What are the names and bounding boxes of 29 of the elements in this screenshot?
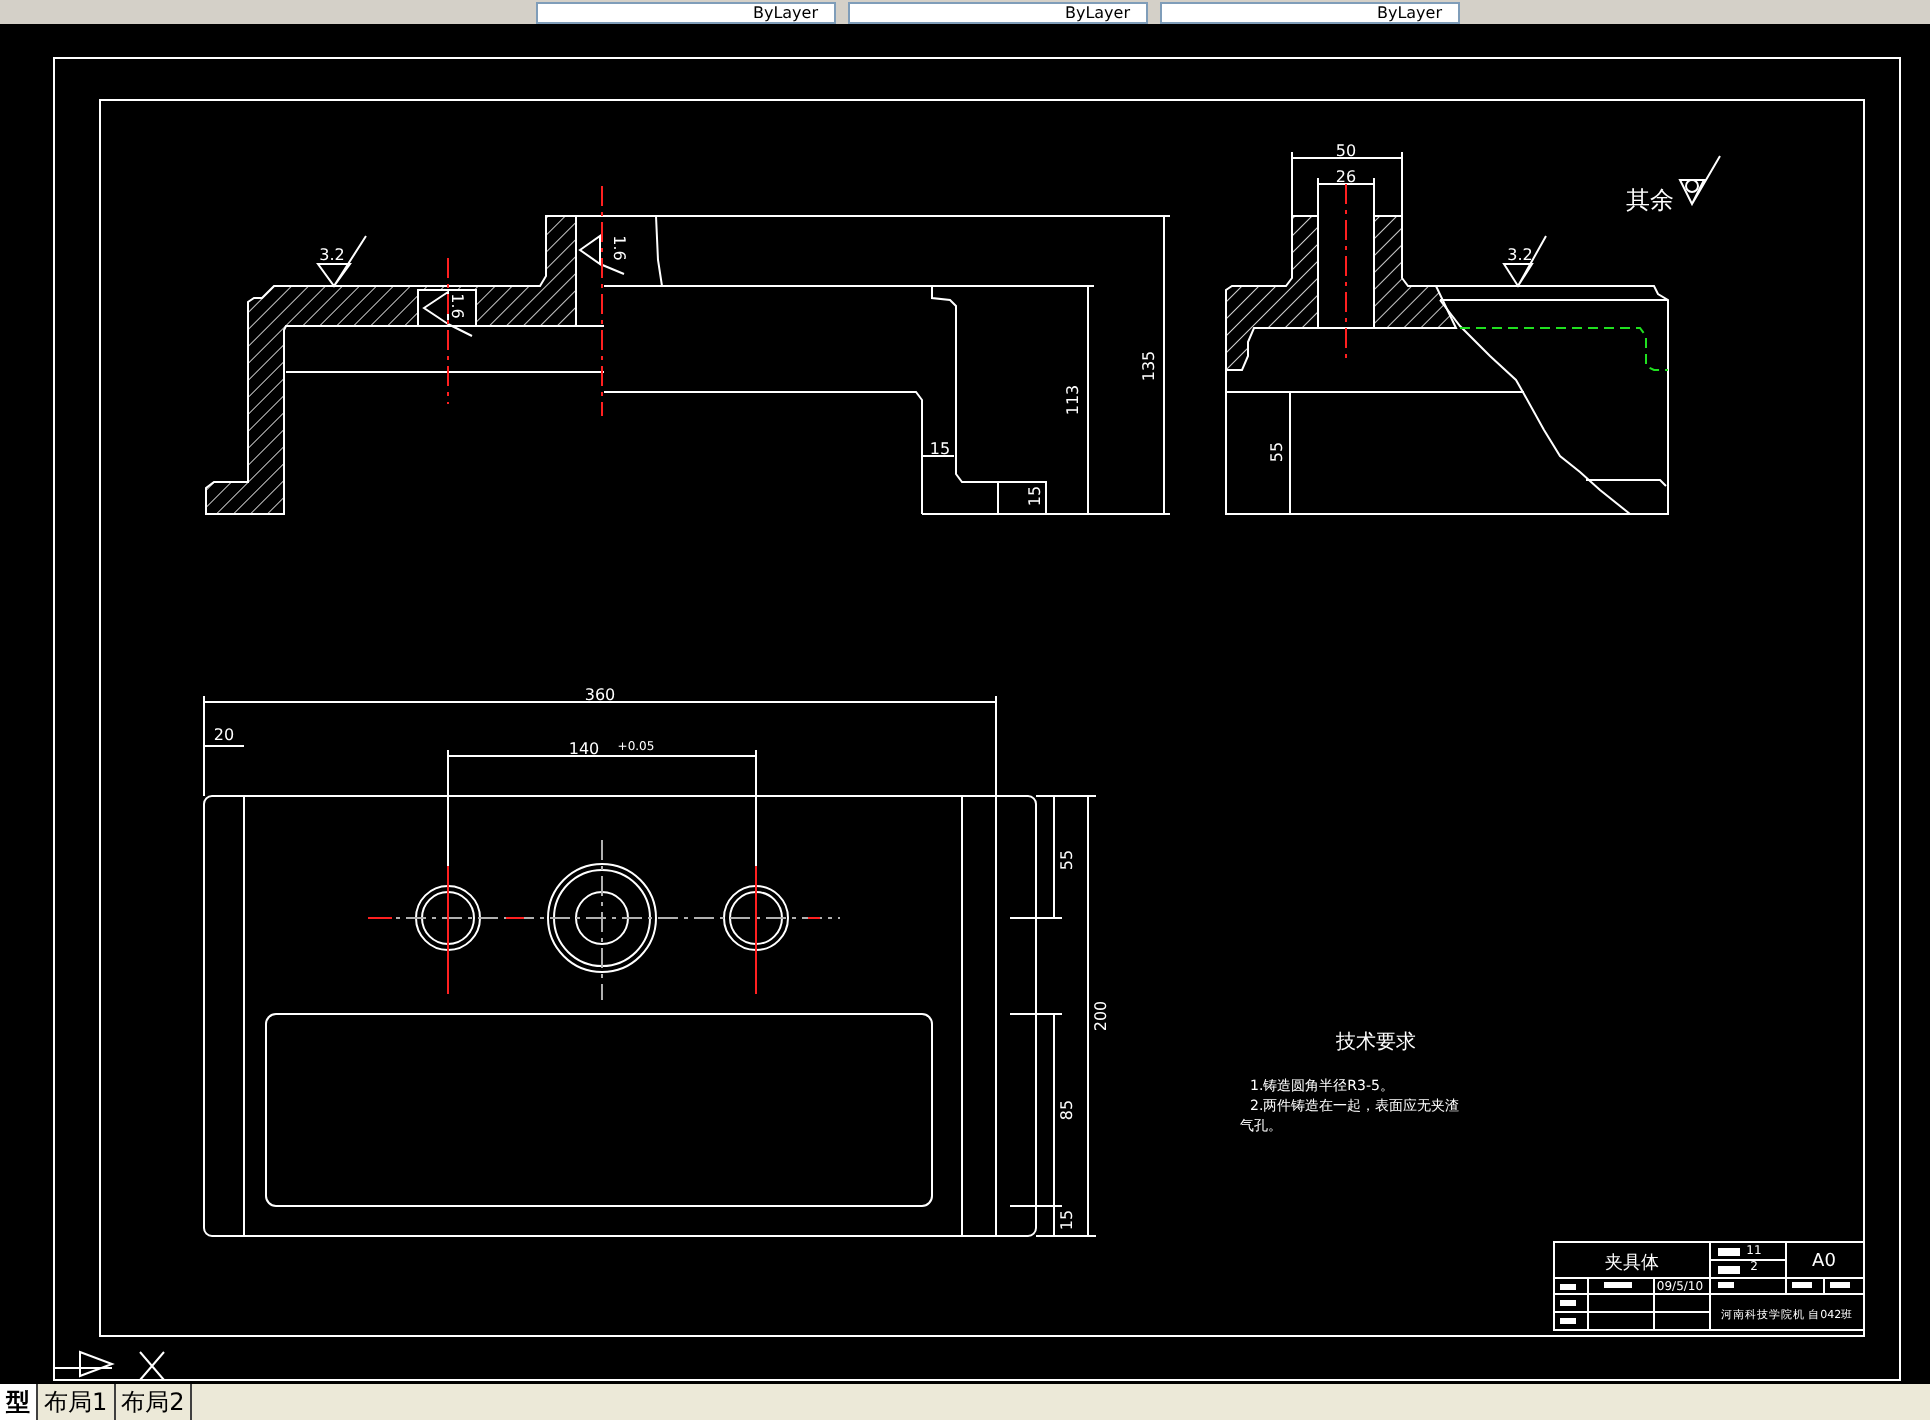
dimension-label: 15 [1026, 485, 1044, 507]
dimension-label: 200 [1092, 1000, 1110, 1032]
layout-tab[interactable]: 型 [0, 1384, 38, 1420]
part-name: 夹具体 [1605, 1254, 1659, 1274]
layer-dropdown[interactable]: ByLayer [848, 2, 1148, 24]
dimension-label: 20 [213, 726, 235, 744]
dimension-label: 26 [1335, 168, 1357, 186]
dimension-label: 50 [1335, 142, 1357, 160]
dimension-label: 360 [584, 686, 616, 704]
dimension-label: 113 [1064, 384, 1082, 416]
surface-note: 其余 [1626, 186, 1674, 214]
dimension-label: 15 [929, 440, 951, 458]
layer-dropdown[interactable]: ByLayer [1160, 2, 1460, 24]
dimension-label: 3.2 [319, 246, 345, 264]
dimension-label: 1.6 [610, 235, 628, 261]
dimension-label: 15 [1058, 1209, 1076, 1231]
dimension-label: 1.6 [448, 293, 466, 319]
ucs-icon [53, 1351, 165, 1381]
dimension-label: 140 [568, 740, 600, 758]
dimension-label: 55 [1268, 441, 1286, 463]
dimension-label: 85 [1058, 1099, 1076, 1121]
dimension-label: 3.2 [1507, 246, 1533, 264]
dimension-label: 55 [1058, 849, 1076, 871]
title-block-text: A0 [1812, 1252, 1836, 1272]
layout-tab[interactable]: 布局1 [38, 1384, 116, 1420]
requirements-title: 技术要求 [1336, 1032, 1416, 1054]
dimension-label: 135 [1140, 350, 1158, 382]
layer-dropdown[interactable]: ByLayer [536, 2, 836, 24]
layout-tab[interactable]: 布局2 [115, 1384, 193, 1420]
